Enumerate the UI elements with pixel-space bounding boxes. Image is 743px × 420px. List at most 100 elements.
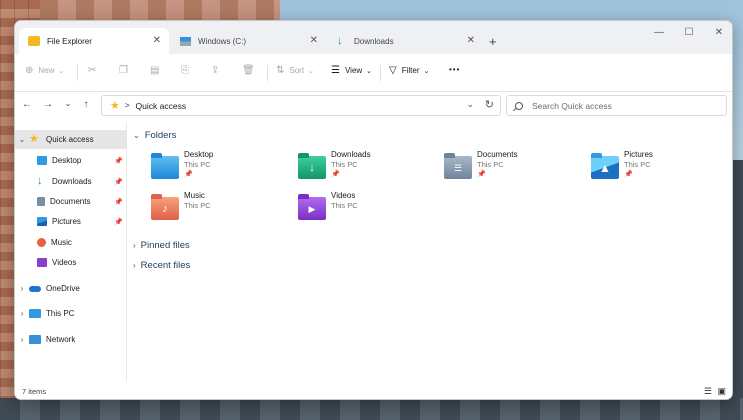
folder-name: Downloads [331,150,371,159]
folder-documents[interactable]: ☰ Documents This PC 📌 [444,150,584,186]
navigation-pane: ⌄ ★ Quick access Desktop 📌 ↓ Downloads 📌… [15,122,127,382]
folder-location: This PC [184,160,211,169]
folder-location: This PC [477,160,504,169]
sort-label: Sort [289,66,305,75]
pin-icon: 📌 [477,171,486,178]
view-label: View [344,66,363,75]
folder-downloads[interactable]: ↓ Downloads This PC 📌 [298,150,438,186]
sidebar-item-downloads[interactable]: ↓ Downloads 📌 [15,172,127,191]
breadcrumb-location[interactable]: Quick access [136,101,187,111]
share-button[interactable]: ⇪ [211,65,224,76]
forward-button[interactable]: → [41,99,55,110]
details-view-icon[interactable]: ☰ [704,386,712,397]
tab-label: Downloads [354,36,394,46]
new-tab-button[interactable]: + [489,34,497,49]
sidebar-item-pictures[interactable]: Pictures 📌 [15,212,127,231]
rename-button[interactable]: ⎘ [181,65,194,76]
paste-button[interactable]: ▤ [150,65,164,76]
more-options-button[interactable]: ••• [449,65,460,74]
up-button[interactable]: ↑ [79,99,93,110]
breadcrumb-separator: > [124,101,130,110]
minimize-button[interactable]: — [649,27,669,38]
recent-locations-button[interactable]: ⌄ [61,99,75,108]
sidebar-item-label: Downloads [52,177,92,186]
chevron-down-icon[interactable]: ⌄ [15,135,29,144]
folder-location: This PC [624,160,651,169]
refresh-button[interactable]: ↻ [485,98,494,111]
search-input[interactable]: Search Quick access [506,95,727,116]
tab-file-explorer[interactable]: File Explorer ✕ [19,28,169,54]
pin-icon: 📌 [114,198,123,206]
download-arrow-icon: ↓ [37,175,43,187]
cut-button[interactable]: ✂ [88,65,101,76]
recent-files-section-header[interactable]: › Recent files [133,260,190,271]
chevron-right-icon: › [133,261,136,270]
sidebar-item-this-pc[interactable]: › This PC [15,304,127,323]
chevron-down-icon: ⌄ [58,67,65,75]
copy-button[interactable]: ❐ [119,65,133,76]
sidebar-item-label: Network [46,335,76,344]
folders-section-header[interactable]: ⌄ Folders [133,130,176,141]
filter-label: Filter [401,66,420,75]
tab-windows-c[interactable]: Windows (C:) ✕ [171,28,326,54]
new-button[interactable]: ⊕ New ⌄ [25,65,64,76]
download-arrow-icon: ↓ [337,35,343,47]
folder-name: Music [184,191,205,200]
delete-button[interactable]: 🗑 [242,65,260,76]
music-folder-icon: ♪ [151,194,179,220]
documents-folder-icon: ☰ [444,153,472,179]
tiles-view-icon[interactable]: ▣ [717,386,726,397]
close-tab-icon[interactable]: ✕ [153,35,161,46]
chevron-right-icon[interactable]: › [15,284,29,293]
sidebar-item-music[interactable]: Music [15,233,127,252]
sidebar-item-desktop[interactable]: Desktop 📌 [15,151,127,170]
sidebar-item-quick-access[interactable]: ⌄ ★ Quick access [15,130,127,149]
scissors-icon: ✂ [88,65,97,76]
close-window-button[interactable]: ✕ [709,27,729,38]
sidebar-item-label: Pictures [52,217,81,226]
sidebar-item-onedrive[interactable]: › OneDrive [15,279,127,298]
content-pane: ⌄ Folders Desktop This PC 📌 ↓ Downloads … [128,122,732,382]
document-icon [37,197,45,206]
sort-button[interactable]: ⇅ Sort ⌄ [276,65,314,76]
background-brick-top [40,0,280,22]
chevron-right-icon[interactable]: › [15,335,29,344]
folder-desktop[interactable]: Desktop This PC 📌 [151,150,291,186]
network-icon [29,335,41,344]
filter-button[interactable]: ▽ Filter ⌄ [389,65,429,76]
background-fence [0,398,743,420]
address-bar[interactable]: ★ > Quick access ⌄ ↻ [101,95,501,116]
rename-icon: ⎘ [181,65,189,76]
folder-music[interactable]: ♪ Music This PC [151,191,291,227]
pin-icon: 📌 [184,171,193,178]
folder-videos[interactable]: ▶ Videos This PC [298,191,438,227]
drive-icon [180,36,191,46]
divider [77,65,78,81]
folder-name: Pictures [624,150,653,159]
sidebar-item-network[interactable]: › Network [15,330,127,349]
divider [380,65,381,81]
status-bar: 7 items ☰ ▣ [15,382,732,399]
close-tab-icon[interactable]: ✕ [310,35,318,46]
sidebar-item-videos[interactable]: Videos [15,253,127,272]
back-button[interactable]: ← [20,99,34,110]
item-count: 7 items [22,387,47,396]
folder-name: Desktop [184,150,214,159]
new-label: New [38,66,55,75]
address-history-dropdown[interactable]: ⌄ [466,99,474,110]
folder-pictures[interactable]: ▲ Pictures This PC 📌 [591,150,731,186]
pin-icon: 📌 [114,178,123,186]
close-tab-icon[interactable]: ✕ [467,35,475,46]
sidebar-item-documents[interactable]: Documents 📌 [15,192,127,211]
pinned-files-section-header[interactable]: › Pinned files [133,240,190,251]
sidebar-item-label: OneDrive [46,284,80,293]
chevron-right-icon[interactable]: › [15,309,29,318]
view-button[interactable]: ☰ View ⌄ [331,65,372,76]
music-icon [37,238,46,247]
plus-circle-icon: ⊕ [25,65,34,76]
command-bar: ⊕ New ⌄ ✂ ❐ ▤ ⎘ ⇪ 🗑 ⇅ Sort ⌄ ☰ View ⌄ ▽ … [15,54,732,92]
desktop-folder-icon [37,156,47,165]
tab-downloads[interactable]: ↓ Downloads ✕ [328,28,483,54]
maximize-button[interactable]: ☐ [679,27,699,38]
folder-location: This PC [331,160,358,169]
